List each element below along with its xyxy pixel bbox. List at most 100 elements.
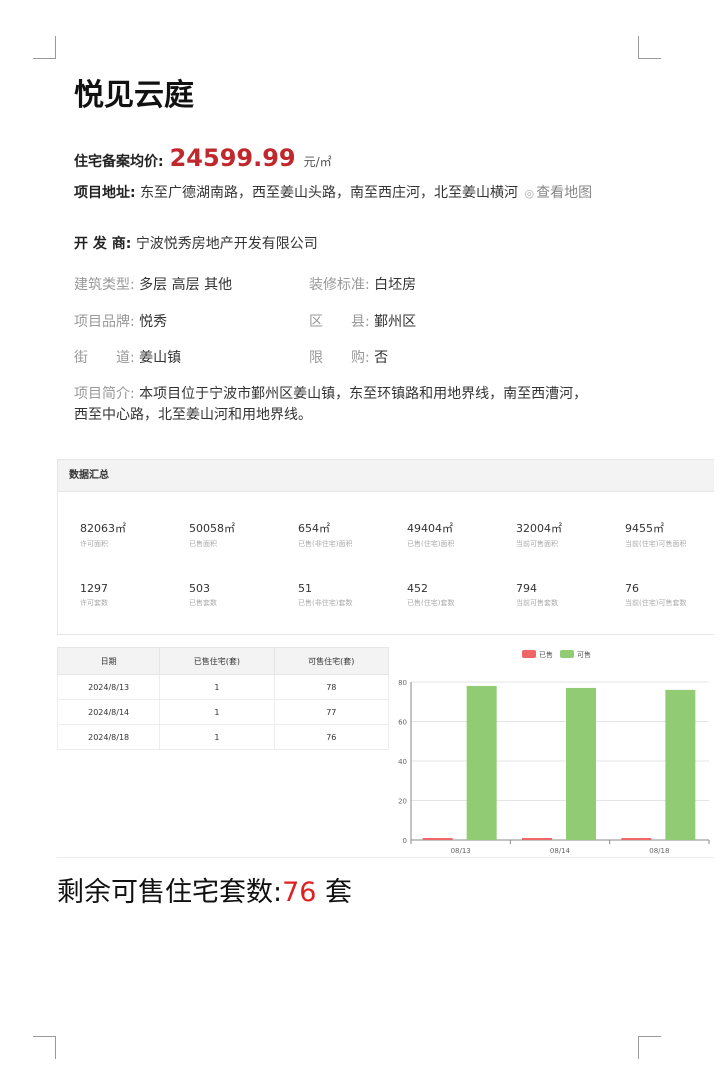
legend-swatch [560,650,574,658]
crop-mark-top-right [638,36,661,59]
brand-value: 悦秀 [139,314,168,330]
table-row: 2024/8/18 1 76 [56,724,390,750]
brand: 项目品牌: 悦秀 [74,311,167,331]
crop-mark-bottom-left [33,1036,56,1059]
col-header-sold: 已售住宅(套) [159,647,275,675]
crop-mark-bottom-right [638,1036,661,1059]
sold-bar [621,838,652,840]
cell-available: 78 [273,674,390,700]
building-type-label: 建筑类型: [74,277,135,293]
stat-item: 32004㎡当前可售面积 [516,520,616,549]
y-tick-label: 60 [398,719,407,727]
stat-item: 503 已售套数 [189,582,289,608]
legend-swatch [522,650,536,658]
cell-date: 2024/8/13 [56,674,161,700]
daily-sales-table: 日期 已售住宅(套) 可售住宅(套) 2024/8/13 1 78 2024/8… [56,647,390,750]
intro-text: 本项目位于宁波市鄞州区姜山镇，东至环镇路和用地界线，南至西漕河，西至中心路，北至… [74,386,588,423]
legend-label: 可售 [577,650,591,659]
available-bar [466,685,497,840]
remaining-units-suffix: 套 [316,877,353,908]
stat-label: 许可套数 [80,599,108,607]
stat-value: 794 [516,582,537,595]
stat-label: 已售(住宅)面积 [407,540,455,548]
street: 街 道: 姜山镇 [74,347,181,367]
x-tick-label: 08/14 [550,847,571,855]
table-header-row: 日期 已售住宅(套) 可售住宅(套) [56,647,390,675]
stat-label: 已售面积 [189,540,217,548]
stat-item: 76 当前(住宅)可售套数 [625,582,721,608]
x-tick-label: 08/18 [649,847,669,855]
district-label: 区 县: [309,314,370,330]
decoration-label: 装修标准: [309,277,370,293]
remaining-units-prefix: 剩余可售住宅套数: [57,877,283,908]
y-tick-label: 40 [398,758,407,766]
available-bar [665,689,696,840]
address-text: 东至广德湖南路，西至姜山头路，南至西庄河，北至姜山横河 [140,185,519,201]
price-value: 24599.99 [169,144,296,172]
y-tick-label: 20 [398,798,407,806]
street-value: 姜山镇 [139,350,182,366]
stat-label: 已售(非住宅)套数 [298,599,353,607]
stat-item: 1297 许可套数 [80,582,180,608]
stat-value: 654㎡ [298,522,330,535]
stat-value: 32004㎡ [516,522,562,535]
stat-label: 当前可售面积 [516,540,558,548]
available-bar [566,687,596,840]
project-title: 悦见云庭 [74,78,194,113]
remaining-units-note: 剩余可售住宅套数:76 套 [57,870,352,909]
stat-value: 1297 [80,582,108,595]
summary-title: 数据汇总 [58,460,714,492]
stat-label: 已售(住宅)套数 [407,599,455,607]
cell-date: 2024/8/18 [56,724,161,750]
table-row: 2024/8/14 1 77 [56,699,390,725]
stat-value: 503 [189,582,210,595]
building-type: 建筑类型: 多层 高层 其他 [74,274,232,294]
y-tick-label: 0 [403,837,407,845]
legend-label: 已售 [539,650,553,659]
stat-item: 51 已售(非住宅)套数 [298,582,398,608]
crop-mark-top-left [33,36,56,59]
purchase-limit-label: 限 购: [309,350,370,366]
col-header-date: 日期 [56,647,161,675]
cell-available: 77 [273,699,390,725]
view-map-link[interactable]: 查看地图 [536,185,592,201]
stat-item: 82063㎡许可面积 [80,520,180,549]
stat-item: 452 已售(住宅)套数 [407,582,507,608]
developer-row: 开 发 商: 宁波悦秀房地产开发有限公司 [74,234,594,255]
cell-available: 76 [273,724,390,750]
stat-item: 9455㎡ 当前(住宅)可售面积 [625,520,721,549]
stat-value: 82063㎡ [80,522,126,535]
stat-value: 49404㎡ [407,522,453,535]
price-label: 住宅备案均价: [74,154,164,170]
stat-value: 50058㎡ [189,522,235,535]
map-pin-icon: ◎ [524,187,535,200]
purchase-limit-value: 否 [374,350,389,366]
stat-label: 已售套数 [189,599,217,607]
section-divider [57,857,714,858]
cell-sold: 1 [159,724,275,750]
price-unit: 元/㎡ [303,155,332,169]
remaining-units-count: 76 [282,877,317,908]
stat-item: 50058㎡已售面积 [189,520,289,549]
col-header-available: 可售住宅(套) [273,647,390,675]
developer-value: 宁波悦秀房地产开发有限公司 [135,236,318,252]
stat-value: 51 [298,582,312,595]
cell-sold: 1 [159,674,275,700]
purchase-limit: 限 购: 否 [309,347,388,367]
x-tick-label: 08/13 [451,847,471,855]
stat-item: 654㎡ 已售(非住宅)面积 [298,520,398,549]
district-value: 鄞州区 [374,314,417,330]
intro-label: 项目简介: [74,386,135,402]
stat-value: 452 [407,582,428,595]
building-type-value: 多层 高层 其他 [139,277,233,293]
cell-sold: 1 [159,699,275,725]
price-row: 住宅备案均价: 24599.99 元/㎡ [74,144,332,172]
developer-label: 开 发 商: [74,236,132,252]
address-label: 项目地址: [74,185,136,201]
stat-label: 许可面积 [80,540,108,548]
stat-item: 794 当前可售套数 [516,582,616,608]
stat-value: 76 [625,582,639,595]
stat-label: 当前(住宅)可售面积 [625,540,687,548]
summary-panel: 数据汇总 82063㎡许可面积 50058㎡已售面积 654㎡ 已售(非住宅)面积… [57,459,714,635]
brand-label: 项目品牌: [74,314,135,330]
